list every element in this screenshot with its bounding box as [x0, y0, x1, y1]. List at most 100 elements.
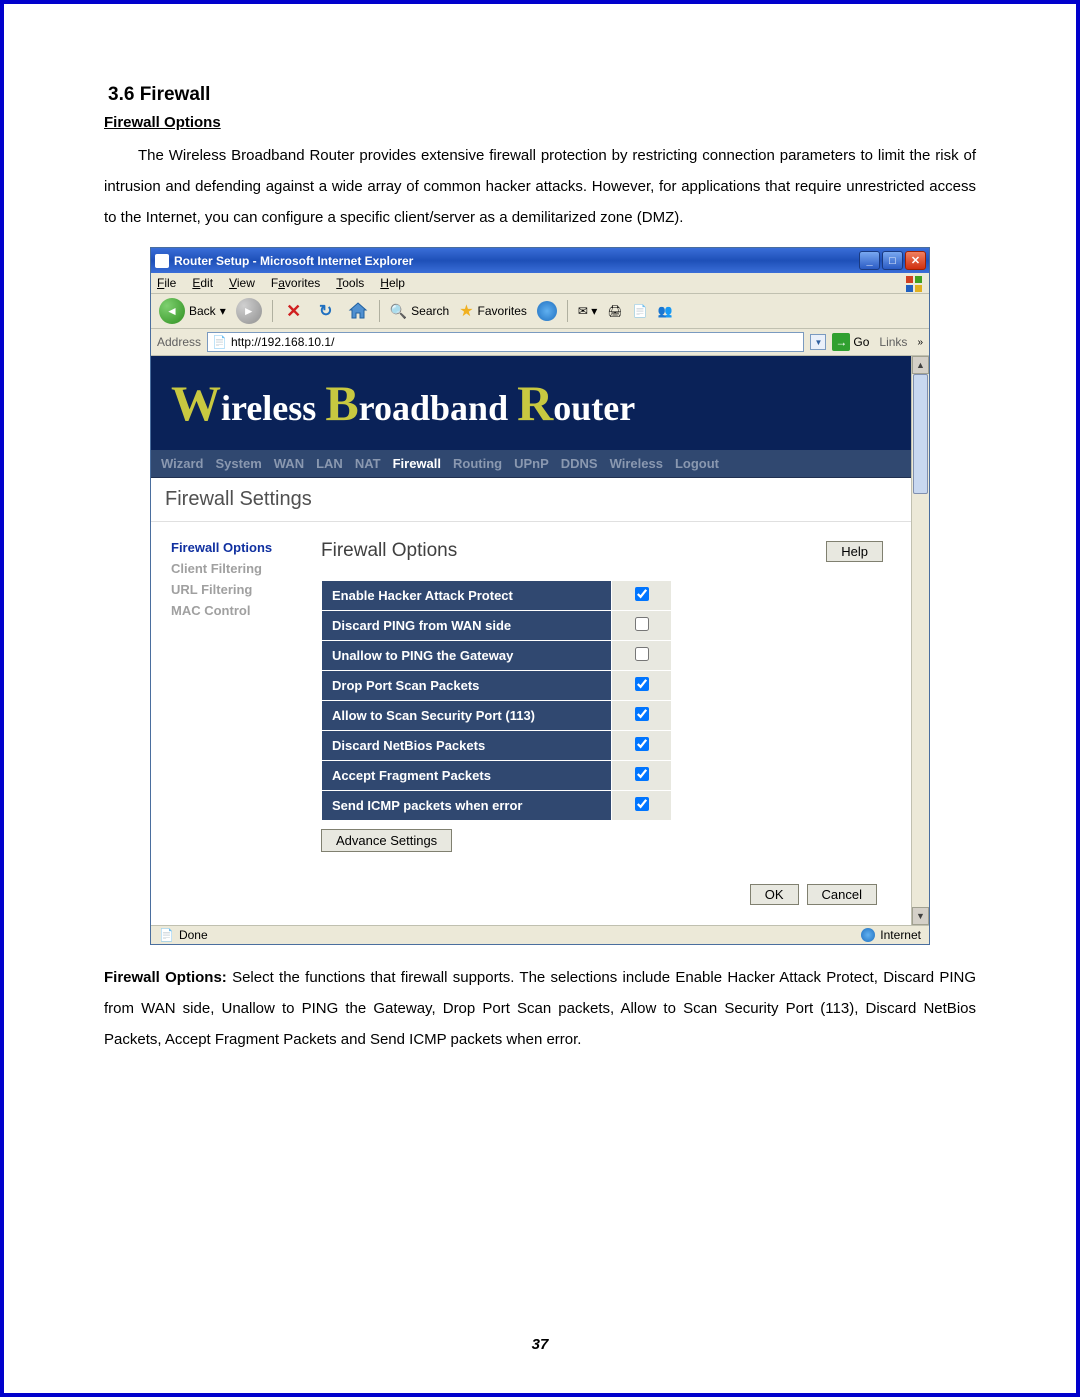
scroll-up-button[interactable]: ▲ — [912, 356, 929, 374]
print-button[interactable]: 🖨 — [607, 304, 622, 318]
option-checkbox[interactable] — [635, 677, 649, 691]
subheading: Firewall Options — [104, 114, 976, 131]
menu-tools[interactable]: Tools — [336, 276, 364, 290]
option-label: Accept Fragment Packets — [322, 761, 612, 791]
address-input[interactable]: 📄 http://192.168.10.1/ — [207, 332, 804, 352]
page-icon: 📄 — [159, 928, 174, 942]
option-checkbox-cell — [612, 731, 672, 761]
ie-app-icon — [155, 254, 169, 268]
option-label: Allow to Scan Security Port (113) — [322, 701, 612, 731]
side-menu-item[interactable]: URL Filtering — [171, 582, 311, 597]
table-row: Discard NetBios Packets — [322, 731, 672, 761]
option-checkbox-cell — [612, 701, 672, 731]
option-label: Send ICMP packets when error — [322, 791, 612, 821]
links-label[interactable]: Links — [875, 335, 911, 349]
nav-item-wireless[interactable]: Wireless — [610, 456, 663, 471]
menu-favorites[interactable]: Favorites — [271, 276, 320, 290]
option-label: Drop Port Scan Packets — [322, 671, 612, 701]
menu-bar: File Edit View Favorites Tools Help — [151, 273, 929, 294]
chevron-right-icon[interactable]: » — [917, 337, 923, 348]
router-banner: Wireless Broadband Router — [151, 356, 911, 450]
maximize-button[interactable]: □ — [882, 251, 903, 270]
nav-item-wan[interactable]: WAN — [274, 456, 304, 471]
toolbar: ◄ Back ▾ ► ✕ ↻ 🔍 Search ★ Favorites ✉ ▾ … — [151, 294, 929, 329]
home-button[interactable] — [347, 300, 369, 322]
advance-settings-button[interactable]: Advance Settings — [321, 829, 452, 852]
nav-item-system[interactable]: System — [216, 456, 262, 471]
caption-bold: Firewall Options: — [104, 969, 227, 986]
side-menu-item[interactable]: Client Filtering — [171, 561, 311, 576]
page-number: 37 — [4, 1336, 1076, 1353]
scroll-thumb[interactable] — [913, 374, 928, 494]
option-label: Discard PING from WAN side — [322, 611, 612, 641]
menu-view[interactable]: View — [229, 276, 255, 290]
window-title: Router Setup - Microsoft Internet Explor… — [174, 254, 413, 268]
option-label: Discard NetBios Packets — [322, 731, 612, 761]
side-menu-item[interactable]: MAC Control — [171, 603, 311, 618]
option-checkbox-cell — [612, 791, 672, 821]
option-checkbox-cell — [612, 581, 672, 611]
edit-page-button[interactable]: 📄 — [633, 304, 648, 318]
status-bar: 📄 Done Internet — [151, 925, 929, 944]
discuss-button[interactable]: 👥 — [658, 304, 673, 318]
internet-zone-icon — [861, 928, 875, 942]
favorites-button[interactable]: ★ Favorites — [459, 301, 527, 321]
address-dropdown[interactable]: ▼ — [810, 334, 826, 350]
close-button[interactable]: ✕ — [905, 251, 926, 270]
go-button[interactable]: → Go — [832, 333, 869, 351]
option-checkbox[interactable] — [635, 797, 649, 811]
ok-button[interactable]: OK — [750, 884, 799, 905]
cancel-button[interactable]: Cancel — [807, 884, 877, 905]
nav-item-ddns[interactable]: DDNS — [561, 456, 598, 471]
option-checkbox[interactable] — [635, 647, 649, 661]
status-text: Done — [179, 928, 208, 942]
menu-file[interactable]: File — [157, 276, 176, 290]
go-arrow-icon: → — [832, 333, 850, 351]
option-checkbox[interactable] — [635, 617, 649, 631]
nav-item-wizard[interactable]: Wizard — [161, 456, 204, 471]
option-checkbox[interactable] — [635, 707, 649, 721]
page-icon: 📄 — [212, 335, 227, 349]
scroll-down-button[interactable]: ▼ — [912, 907, 929, 925]
star-icon: ★ — [459, 301, 473, 321]
nav-item-nat[interactable]: NAT — [355, 456, 381, 471]
table-row: Send ICMP packets when error — [322, 791, 672, 821]
menu-edit[interactable]: Edit — [192, 276, 213, 290]
table-row: Drop Port Scan Packets — [322, 671, 672, 701]
mail-button[interactable]: ✉ ▾ — [578, 304, 597, 318]
table-row: Discard PING from WAN side — [322, 611, 672, 641]
nav-item-upnp[interactable]: UPnP — [514, 456, 549, 471]
panel-title: Firewall Options — [321, 540, 457, 562]
option-checkbox[interactable] — [635, 737, 649, 751]
history-button[interactable] — [537, 301, 557, 321]
intro-paragraph: The Wireless Broadband Router provides e… — [104, 141, 976, 233]
minimize-button[interactable]: _ — [859, 251, 880, 270]
table-row: Unallow to PING the Gateway — [322, 641, 672, 671]
menu-help[interactable]: Help — [380, 276, 405, 290]
option-checkbox[interactable] — [635, 587, 649, 601]
stop-button[interactable]: ✕ — [283, 300, 305, 322]
nav-item-logout[interactable]: Logout — [675, 456, 719, 471]
content-area: Wireless Broadband Router Wizard System WA… — [151, 356, 929, 925]
nav-item-lan[interactable]: LAN — [316, 456, 343, 471]
nav-item-firewall[interactable]: Firewall — [393, 456, 441, 471]
separator-icon — [379, 300, 380, 322]
vertical-scrollbar[interactable]: ▲ ▼ — [911, 356, 929, 925]
caption-rest: Select the functions that firewall suppo… — [104, 969, 976, 1048]
side-menu-item[interactable]: Firewall Options — [171, 540, 311, 555]
refresh-button[interactable]: ↻ — [315, 300, 337, 322]
side-menu: Firewall Options Client Filtering URL Filt… — [161, 540, 321, 915]
option-checkbox[interactable] — [635, 767, 649, 781]
zone-text: Internet — [880, 928, 921, 942]
search-icon: 🔍 — [390, 303, 407, 320]
address-label: Address — [157, 335, 201, 349]
search-button[interactable]: 🔍 Search — [390, 303, 449, 320]
option-label: Enable Hacker Attack Protect — [322, 581, 612, 611]
back-button[interactable]: ◄ Back ▾ — [159, 298, 226, 324]
option-checkbox-cell — [612, 761, 672, 791]
forward-button[interactable]: ► — [236, 298, 262, 324]
help-button[interactable]: Help — [826, 541, 883, 562]
table-row: Allow to Scan Security Port (113) — [322, 701, 672, 731]
separator-icon — [567, 300, 568, 322]
nav-item-routing[interactable]: Routing — [453, 456, 502, 471]
